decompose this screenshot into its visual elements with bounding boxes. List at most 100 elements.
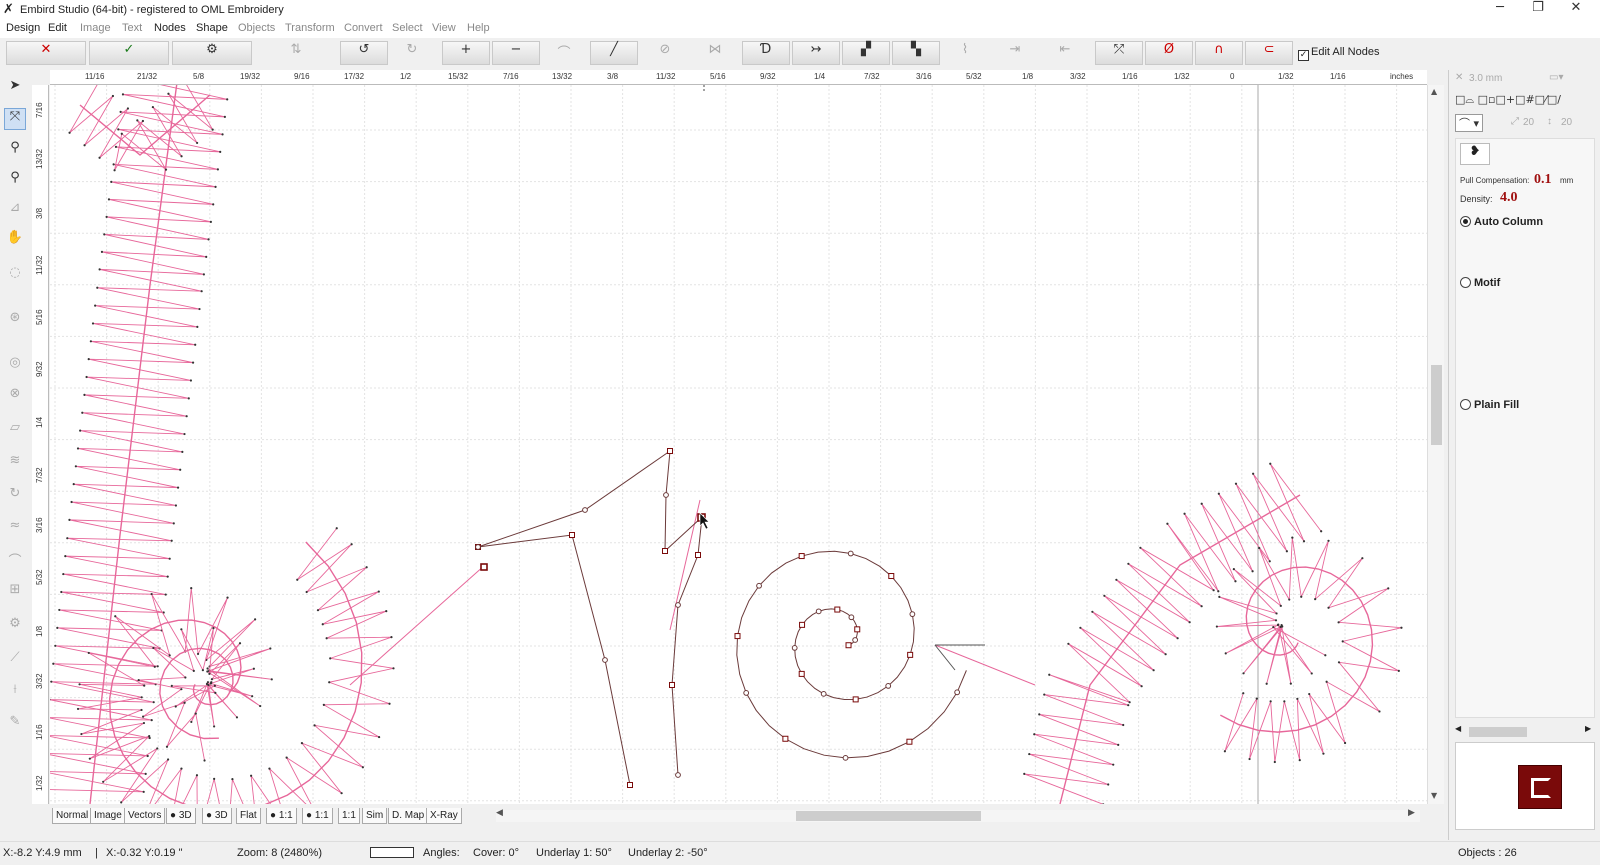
density-value[interactable]: 4.0 bbox=[1500, 190, 1518, 206]
ruler-tick: 5/16 bbox=[710, 72, 726, 81]
knife-icon[interactable]: ⟋ bbox=[4, 650, 26, 672]
menu-convert[interactable]: Convert bbox=[344, 22, 383, 34]
tab-3d-2[interactable]: ● 3D bbox=[202, 808, 232, 824]
horizontal-scrollbar[interactable]: ◀ ▶ bbox=[496, 808, 1420, 822]
node-edit-icon[interactable]: ⤧ bbox=[4, 108, 26, 130]
panel-scroll-left-icon[interactable]: ◀ bbox=[1455, 724, 1461, 733]
cusp-icon[interactable]: ⇥ bbox=[995, 41, 1035, 65]
curve-type-dropdown[interactable]: ⌒ ▾ bbox=[1455, 114, 1484, 132]
align-icon[interactable]: ⇅ bbox=[278, 41, 314, 65]
column-type-icon[interactable]: ❥ bbox=[1460, 143, 1490, 165]
pull-compensation-value[interactable]: 0.1 bbox=[1534, 172, 1552, 188]
vertical-scroll-thumb[interactable] bbox=[1431, 365, 1442, 445]
remove-node-icon[interactable]: − bbox=[492, 41, 540, 65]
zoom-1-icon[interactable]: ⚲ bbox=[4, 170, 26, 192]
tab-image[interactable]: Image bbox=[90, 808, 126, 824]
radio-motif[interactable]: Motif bbox=[1460, 277, 1500, 289]
edit-path-layer[interactable] bbox=[477, 449, 985, 786]
menu-edit[interactable]: Edit bbox=[48, 22, 67, 34]
radio-auto-column[interactable]: Auto Column bbox=[1460, 216, 1543, 228]
menu-text[interactable]: Text bbox=[122, 22, 142, 34]
step-forward-icon[interactable]: ▞ bbox=[842, 41, 890, 65]
menu-transform[interactable]: Transform bbox=[285, 22, 335, 34]
curve-icon[interactable]: ⌒ bbox=[544, 41, 584, 65]
cycle-icon[interactable]: ↻ bbox=[4, 486, 26, 508]
add-node-icon[interactable]: + bbox=[442, 41, 490, 65]
menu-select[interactable]: Select bbox=[392, 22, 423, 34]
satin-icon[interactable]: ⊞ bbox=[4, 582, 26, 604]
tab-1to1-c[interactable]: 1:1 bbox=[338, 808, 360, 824]
tab-flat[interactable]: Flat bbox=[236, 808, 261, 824]
minimize-button[interactable]: ─ bbox=[1480, 0, 1520, 20]
scroll-up-icon[interactable]: ▲ bbox=[1431, 87, 1437, 96]
node-layer[interactable] bbox=[475, 448, 961, 788]
needle-point bbox=[385, 610, 388, 613]
symmetric-icon[interactable]: ⇤ bbox=[1045, 41, 1085, 65]
menu-view[interactable]: View bbox=[432, 22, 456, 34]
menu-shape[interactable]: Shape bbox=[196, 22, 228, 34]
horizontal-scroll-thumb[interactable] bbox=[796, 811, 981, 821]
restore-button[interactable]: ❐ bbox=[1518, 0, 1558, 20]
hand-icon[interactable]: ✋ bbox=[4, 230, 26, 252]
vertical-scrollbar[interactable]: ▲ ▼ bbox=[1427, 85, 1444, 804]
menu-image[interactable]: Image bbox=[80, 22, 111, 34]
stitch-icon[interactable]: ⊛ bbox=[4, 310, 26, 332]
menu-help[interactable]: Help bbox=[467, 22, 490, 34]
size-dropdown[interactable]: ▭▾ bbox=[1549, 72, 1563, 83]
menu-objects[interactable]: Objects bbox=[238, 22, 275, 34]
shape-types-icons[interactable]: □⌓ □▫□+□#□⁄□/ bbox=[1455, 93, 1561, 107]
layers-icon[interactable]: ≋ bbox=[4, 453, 26, 475]
split-icon[interactable]: ⋈ bbox=[695, 41, 735, 65]
close-button[interactable]: ✕ bbox=[1556, 0, 1596, 20]
undo-icon[interactable]: ↺ bbox=[340, 41, 388, 65]
tab-vectors[interactable]: Vectors bbox=[124, 808, 166, 824]
zoom-icon[interactable]: ⚲ bbox=[4, 140, 26, 162]
scroll-down-icon[interactable]: ▼ bbox=[1431, 791, 1437, 800]
panel-scroll-right-icon[interactable]: ▶ bbox=[1585, 724, 1591, 733]
tab-dmap[interactable]: D. Map bbox=[388, 808, 429, 824]
confirm-button[interactable]: ✓ bbox=[89, 41, 169, 65]
arc-icon[interactable]: ∩ bbox=[1195, 41, 1243, 65]
menu-nodes[interactable]: Nodes bbox=[154, 22, 186, 34]
mirror-icon[interactable]: ⤱ bbox=[1095, 41, 1143, 65]
reverse-icon[interactable]: Ɗ bbox=[742, 41, 790, 65]
size-icon: ✕ bbox=[1455, 72, 1464, 83]
tab-1to1-a[interactable]: ● 1:1 bbox=[266, 808, 297, 824]
step-back-icon[interactable]: ▚ bbox=[892, 41, 940, 65]
line-icon[interactable]: ╱ bbox=[590, 41, 638, 65]
tab-xray[interactable]: X-Ray bbox=[426, 808, 462, 824]
tab-normal[interactable]: Normal bbox=[52, 808, 93, 824]
shape-icon[interactable]: ▱ bbox=[4, 420, 26, 442]
scroll-left-icon[interactable]: ◀ bbox=[496, 808, 503, 818]
menu-design[interactable]: Design bbox=[6, 22, 40, 34]
break-icon[interactable]: ⊘ bbox=[645, 41, 685, 65]
redo-icon[interactable]: ↻ bbox=[392, 41, 432, 65]
edit-all-nodes-checkbox[interactable]: ✓ Edit All Nodes bbox=[1298, 46, 1379, 61]
rotate-icon[interactable]: ◌ bbox=[4, 265, 26, 287]
lasso-icon[interactable]: ⊿ bbox=[4, 200, 26, 222]
tab-3d-1[interactable]: ● 3D bbox=[166, 808, 196, 824]
design-canvas[interactable] bbox=[50, 85, 1427, 804]
tab-1to1-b[interactable]: ● 1:1 bbox=[302, 808, 333, 824]
scroll-right-icon[interactable]: ▶ bbox=[1408, 808, 1415, 818]
needle-point bbox=[322, 703, 325, 706]
pen-icon[interactable]: ✎ bbox=[4, 714, 26, 736]
panel-scroll-thumb[interactable] bbox=[1469, 727, 1527, 737]
tab-sim[interactable]: Sim bbox=[362, 808, 388, 824]
join-icon[interactable]: ↣ bbox=[792, 41, 840, 65]
settings-icon[interactable]: ⚙ bbox=[4, 616, 26, 638]
wave-icon[interactable]: ≈ bbox=[4, 518, 26, 540]
closed-curve-icon[interactable]: Ø bbox=[1145, 41, 1193, 65]
smooth-icon[interactable]: ⌇ bbox=[945, 41, 985, 65]
panel-scrollbar[interactable]: ◀ ▶ bbox=[1455, 724, 1595, 738]
select-arrow-icon[interactable]: ➤ bbox=[4, 78, 26, 100]
column-icon[interactable]: ◎ bbox=[4, 355, 26, 377]
open-curve-icon[interactable]: ⊂ bbox=[1245, 41, 1293, 65]
radio-plain-fill[interactable]: Plain Fill bbox=[1460, 399, 1519, 411]
path-node bbox=[815, 608, 822, 615]
fill-icon[interactable]: ⊗ bbox=[4, 386, 26, 408]
curve-tool-icon[interactable]: ⌒ bbox=[4, 550, 26, 572]
cancel-button[interactable]: ✕ bbox=[6, 41, 86, 65]
nodes-tool-icon[interactable]: ⚙ bbox=[172, 41, 252, 65]
measure-icon[interactable]: ⟊ bbox=[4, 682, 26, 704]
